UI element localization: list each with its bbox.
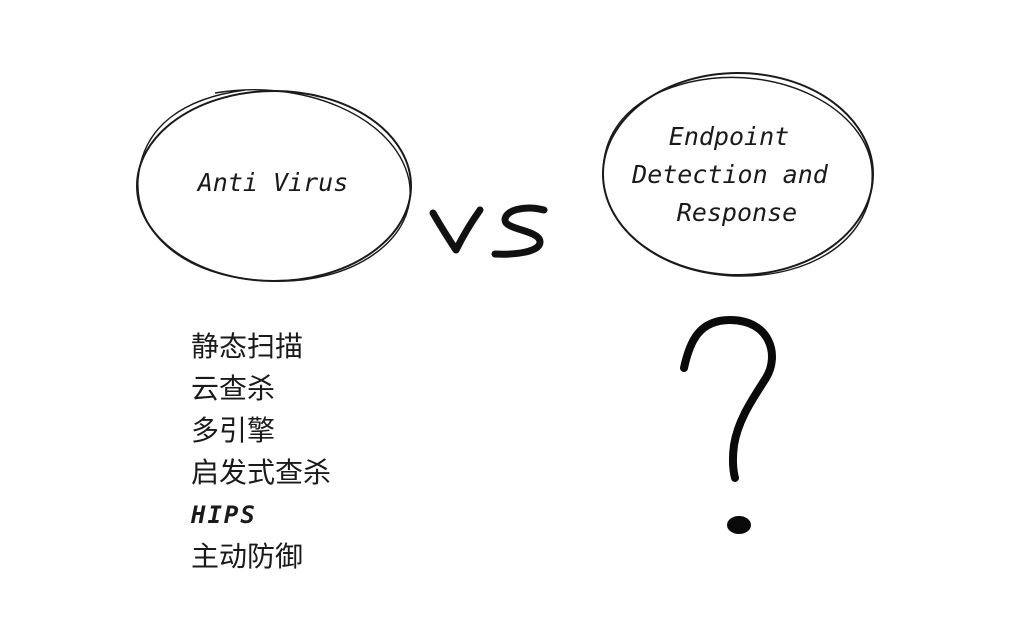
question-mark-dot [727, 516, 751, 534]
av-feature-cloud-scan: 云查杀 [191, 372, 276, 405]
edr-node: Endpoint Detection and Response [602, 72, 874, 277]
anti-virus-label: Anti Virus [196, 168, 349, 197]
vs-letter-s [491, 204, 548, 258]
av-feature-multi-engine: 多引擎 [191, 414, 276, 447]
av-feature-active-defense: 主动防御 [191, 540, 304, 573]
av-feature-static-scan: 静态扫描 [191, 330, 304, 363]
question-mark-hook [680, 316, 776, 482]
question-mark [680, 316, 776, 534]
edr-label-line-1: Endpoint [669, 122, 789, 151]
vs-mark [429, 204, 548, 258]
vs-letter-v [429, 206, 484, 254]
diagram-canvas: Anti Virus Endpoint Detection and Respon… [136, 72, 874, 534]
edr-label-line-2: Detection and [631, 160, 829, 189]
edr-label-line-3: Response [677, 198, 797, 227]
av-feature-heuristic-scan: 启发式查杀 [191, 456, 332, 489]
anti-virus-node: Anti Virus [136, 89, 412, 282]
av-feature-hips: HIPS [191, 501, 257, 529]
av-feature-list: 静态扫描 云查杀 多引擎 启发式查杀 HIPS 主动防御 [191, 326, 331, 578]
